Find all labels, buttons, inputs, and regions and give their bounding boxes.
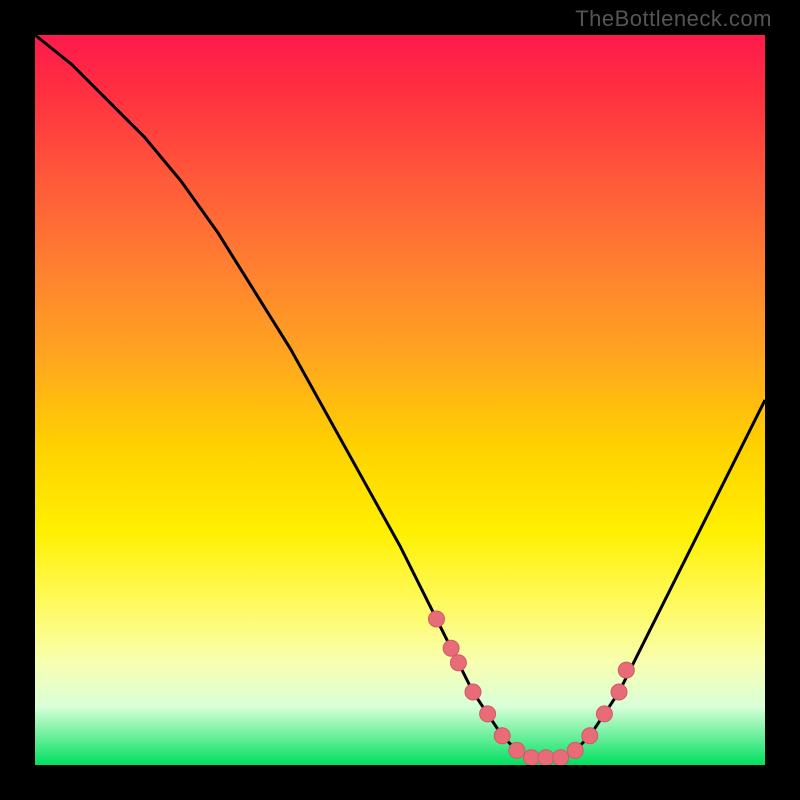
fit-marker — [465, 684, 481, 700]
bottleneck-curve — [35, 35, 765, 758]
fit-markers-group — [429, 611, 635, 765]
fit-marker — [553, 750, 569, 765]
fit-marker — [567, 742, 583, 758]
fit-marker — [523, 750, 539, 765]
fit-marker — [509, 742, 525, 758]
fit-marker — [596, 706, 612, 722]
chart-frame: TheBottleneck.com — [0, 0, 800, 800]
watermark-text: TheBottleneck.com — [575, 6, 772, 32]
fit-marker — [450, 655, 466, 671]
fit-marker — [618, 662, 634, 678]
fit-marker — [443, 640, 459, 656]
fit-marker — [494, 728, 510, 744]
fit-marker — [480, 706, 496, 722]
plot-area — [35, 35, 765, 765]
fit-marker — [538, 750, 554, 765]
fit-marker — [611, 684, 627, 700]
fit-marker — [429, 611, 445, 627]
fit-marker — [582, 728, 598, 744]
bottleneck-curve-svg — [35, 35, 765, 765]
